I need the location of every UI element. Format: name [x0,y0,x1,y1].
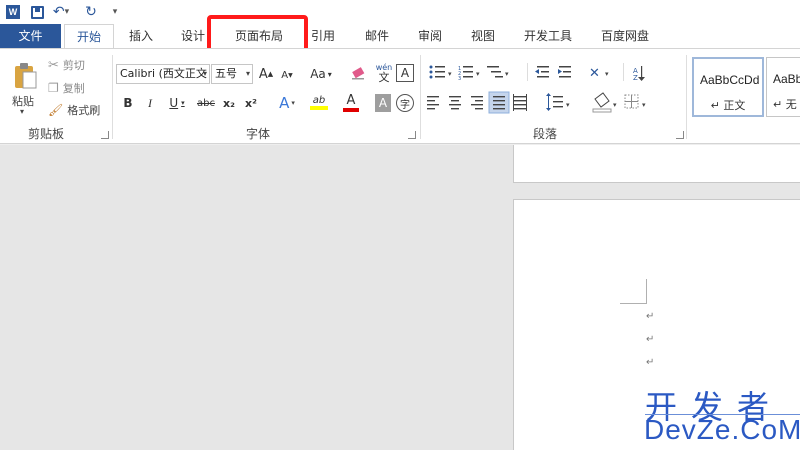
paragraph-controls: ▾ 1 2 3 ▾ ▾ ✕ ▾ AZ ▾ ▾ ▾ [427,63,646,114]
superscript-button[interactable]: x² [242,94,260,112]
scissors-icon: ✂ [48,57,59,73]
tab-mailings[interactable]: 邮件 [356,24,398,48]
previous-page [513,145,800,183]
margin-corner-mark [620,303,646,304]
font-size-combo[interactable]: 五号 ▾ [211,64,253,84]
tab-file[interactable]: 文件 [0,24,61,48]
text-effects-button[interactable]: A ▾ [274,93,300,113]
quick-access-toolbar: W ↶ ▾ ↻ ▾ [0,0,800,24]
svg-text:▾: ▾ [566,101,570,109]
ribbon-tabs: 文件 开始 插入 设计 页面布局 引用 邮件 审阅 视图 开发工具 百度网盘 [0,24,800,49]
paste-dropdown-icon[interactable]: ▾ [20,107,24,116]
svg-text:▾: ▾ [505,70,509,78]
borders-icon [624,94,639,109]
svg-text:▾: ▾ [448,70,452,78]
font-color-bar [343,107,359,112]
tab-home[interactable]: 开始 [64,24,114,49]
save-icon[interactable] [26,1,48,23]
undo-icon[interactable]: ↶ ▾ [50,1,72,23]
decrease-indent-icon [535,66,549,78]
increase-indent-icon [558,66,571,78]
align-right-icon [471,96,483,110]
watermark-text-en: DevZe.CoM [644,414,800,445]
style-normal[interactable]: AaBbCcDd ↵ 正文 [692,57,764,117]
format-painter-button[interactable]: 🖌 格式刷 [48,102,100,118]
line-spacing-icon [546,93,563,111]
strikethrough-button[interactable]: abc [195,94,217,112]
paragraph-mark: ↵ [646,334,655,345]
cut-button[interactable]: ✂ 剪切 [48,57,85,73]
tab-references[interactable]: 引用 [302,24,344,48]
multilevel-list-icon [487,66,503,78]
paragraph-group-label: 段落 [533,127,558,141]
group-divider [686,55,687,139]
brush-icon: 🖌 [48,103,64,117]
svg-text:▾: ▾ [613,101,617,109]
tab-view[interactable]: 视图 [462,24,504,48]
font-name-combo[interactable]: Calibri (西文正文 ▾ [116,64,210,84]
paragraph-mark: ↵ [646,357,655,368]
highlight-color-button[interactable]: ab [304,91,334,113]
clear-formatting-button[interactable] [348,64,368,84]
chinese-layout-icon: ✕ [589,66,600,81]
distributed-icon [513,94,527,111]
svg-text:▾: ▾ [476,70,480,78]
tab-developer[interactable]: 开发工具 [516,24,580,48]
underline-button[interactable]: U ▾ [165,94,189,112]
grow-font-button[interactable]: A ▲ [258,64,274,84]
style-no-spacing[interactable]: AaBb ↵ 无 [766,57,800,117]
paste-button[interactable] [8,57,42,95]
margin-corner-mark [646,279,647,304]
italic-button[interactable]: I [143,94,157,112]
word-icon[interactable]: W [2,1,24,23]
clipboard-group-label: 剪贴板 [28,127,65,141]
highlight-color-bar [310,105,328,110]
svg-text:▾: ▾ [642,101,646,109]
clipboard-launcher-icon[interactable] [101,131,109,139]
shrink-font-button[interactable]: A ▼ [280,67,294,83]
svg-text:3: 3 [458,76,461,82]
shading-icon [592,92,612,113]
character-border-button[interactable]: A [396,64,414,82]
phonetic-guide-button[interactable]: wén 文 [373,61,395,85]
align-center-icon [449,96,461,110]
ribbon: 粘贴 ▾ ✂ 剪切 ❐ 复制 🖌 格式刷 剪贴板 Calibri (西文正文 ▾ … [0,48,800,144]
character-shading-button[interactable]: A [375,94,391,112]
paste-icon [15,63,37,89]
paragraph-mark: ↵ [646,311,655,322]
font-color-button[interactable]: A [336,91,366,113]
redo-icon[interactable]: ↻ [80,1,102,23]
subscript-button[interactable]: x₂ [220,94,238,112]
bullets-icon [429,65,445,79]
eraser-icon [352,67,365,80]
numbering-icon: 1 2 3 [458,66,473,82]
change-case-button[interactable]: Aa ▾ [306,64,336,84]
sort-icon: AZ [633,66,645,82]
copy-button[interactable]: ❐ 复制 [48,80,85,96]
svg-text:✕: ✕ [589,66,600,81]
tab-review[interactable]: 审阅 [409,24,451,48]
paragraph-launcher-icon[interactable] [676,131,684,139]
font-group-label: 字体 [246,127,271,141]
customize-icon[interactable]: ▾ [104,1,126,23]
tab-baidu-netdisk[interactable]: 百度网盘 [593,24,657,48]
font-launcher-icon[interactable] [408,131,416,139]
tab-insert[interactable]: 插入 [120,24,162,48]
svg-text:▾: ▾ [605,70,609,78]
enclose-characters-button[interactable]: 字 [396,94,414,112]
bold-button[interactable]: B [121,94,135,112]
align-left-icon [427,96,439,110]
group-divider [112,55,113,139]
copy-icon: ❐ [48,81,59,95]
group-divider [420,55,421,139]
svg-text:Z: Z [633,74,638,82]
